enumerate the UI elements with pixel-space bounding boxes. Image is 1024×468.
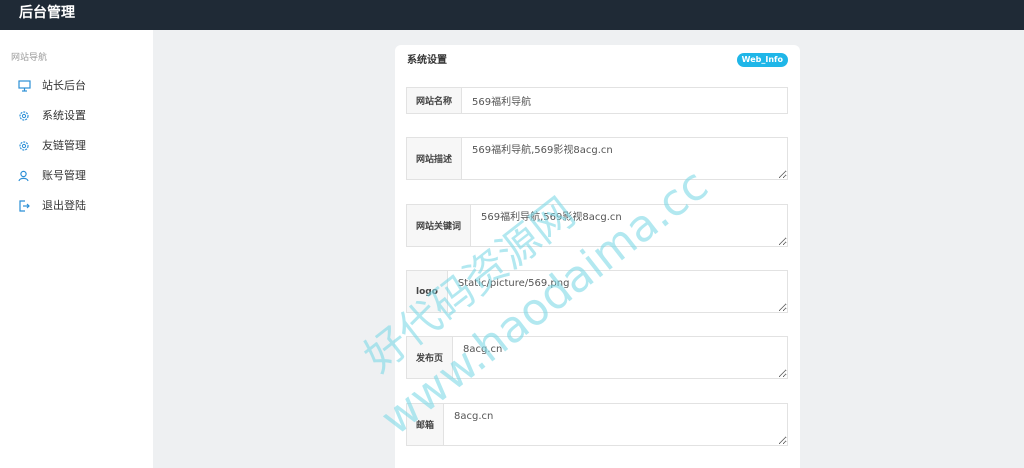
field-label: 发布页 (407, 337, 454, 378)
sidebar-item-dashboard[interactable]: 站长后台 (0, 71, 153, 101)
email-field: 邮箱 8acg.cn (406, 403, 788, 446)
field-label: 网站名称 (407, 88, 463, 113)
panel-title: 系统设置 (407, 55, 447, 66)
monitor-icon (17, 79, 31, 93)
sidebar-item-label: 友链管理 (42, 139, 86, 152)
field-label: 网站关键词 (407, 205, 472, 246)
site-keywords-field: 网站关键词 569福利导航,569影视8acg.cn (406, 204, 788, 247)
sidebar-item-label: 系统设置 (42, 109, 86, 122)
email-input[interactable]: 8acg.cn (444, 404, 787, 445)
publish-page-input[interactable]: 8acg.cn (453, 337, 787, 378)
site-description-field: 网站描述 569福利导航,569影视8acg.cn (406, 137, 788, 180)
sidebar-item-label: 账号管理 (42, 169, 86, 182)
top-bar: 后台管理 (0, 0, 1024, 30)
gear-icon (17, 139, 31, 153)
user-icon (17, 169, 31, 183)
sidebar-item-accounts[interactable]: 账号管理 (0, 161, 153, 191)
sidebar-item-settings[interactable]: 系统设置 (0, 101, 153, 131)
logo-input[interactable]: Static/picture/569.png (447, 271, 787, 312)
site-description-input[interactable]: 569福利导航,569影视8acg.cn (462, 138, 787, 179)
field-label: logo (407, 271, 448, 312)
sidebar: 网站导航 站长后台 系统设置 友链管理 账号管理 退出登陆 (0, 30, 153, 468)
logo-field: logo Static/picture/569.png (406, 270, 788, 313)
gear-icon (17, 109, 31, 123)
settings-panel: 系统设置 Web_Info 网站名称 网站描述 569福利导航,569影视8ac… (395, 45, 800, 468)
sidebar-item-links[interactable]: 友链管理 (0, 131, 153, 161)
field-label: 邮箱 (407, 404, 445, 445)
app-title: 后台管理 (19, 5, 75, 21)
field-label: 网站描述 (407, 138, 463, 179)
web-info-badge: Web_Info (736, 53, 788, 67)
site-keywords-input[interactable]: 569福利导航,569影视8acg.cn (471, 205, 787, 246)
site-name-field: 网站名称 (406, 87, 788, 114)
logout-icon (17, 199, 31, 213)
sidebar-item-label: 站长后台 (42, 79, 86, 92)
sidebar-section-label: 网站导航 (11, 53, 48, 63)
publish-page-field: 发布页 8acg.cn (406, 336, 788, 379)
sidebar-item-label: 退出登陆 (42, 199, 86, 212)
site-name-input[interactable] (462, 88, 787, 113)
sidebar-item-logout[interactable]: 退出登陆 (0, 191, 153, 221)
